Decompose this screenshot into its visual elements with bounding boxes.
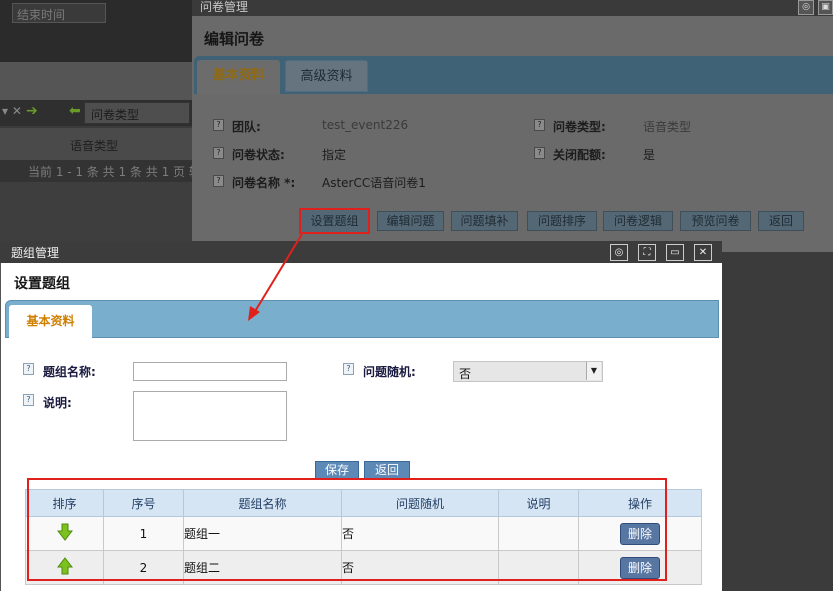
set-group-heading: 设置题组 — [14, 276, 70, 292]
help-icon[interactable]: ? — [23, 394, 34, 406]
survey-type-label: 问卷类型: — [553, 120, 606, 134]
back-button[interactable]: 返回 — [758, 211, 804, 231]
question-fill-button[interactable]: 问题填补 — [451, 211, 518, 231]
help-icon[interactable]: ? — [343, 363, 354, 375]
survey-type-value: 语音类型 — [643, 120, 692, 134]
help-icon[interactable]: ? — [213, 175, 224, 187]
team-value: test_event226 — [322, 118, 409, 132]
window-fullscreen-icon[interactable]: ⛶ — [638, 244, 656, 261]
arrow-right-icon[interactable]: ➔ — [26, 103, 38, 119]
end-time-input[interactable]: 结束时间 — [12, 3, 106, 23]
table-highlight-box — [27, 478, 667, 581]
help-icon[interactable]: ? — [534, 147, 545, 159]
group-name-input[interactable] — [133, 362, 287, 381]
group-window-title: 题组管理 — [11, 246, 60, 260]
survey-status-value: 指定 — [322, 148, 347, 162]
background-row-value: 语音类型 — [70, 139, 119, 153]
annotation-arrow-icon — [248, 233, 303, 321]
window-restore-icon[interactable]: ◎ — [610, 244, 628, 261]
toolbar-icons[interactable]: ▾ ✕ — [2, 104, 22, 118]
help-icon[interactable]: ? — [534, 119, 545, 131]
window-maximize-icon[interactable]: ▣ — [818, 0, 833, 15]
team-label: 团队: — [232, 120, 261, 134]
help-icon[interactable]: ? — [213, 119, 224, 131]
survey-type-filter-select[interactable]: 问卷类型 — [84, 102, 190, 124]
chevron-down-icon[interactable]: ▼ — [586, 362, 601, 380]
close-quota-label: 关闭配额: — [553, 148, 606, 162]
question-random-label: 问题随机: — [363, 365, 416, 379]
tab-advanced-info[interactable]: 高级资料 — [285, 60, 368, 92]
question-random-select[interactable]: 否 — [453, 361, 603, 382]
edit-survey-heading: 编辑问卷 — [204, 30, 265, 48]
window-maximize-icon[interactable]: ▭ — [666, 244, 684, 261]
survey-logic-button[interactable]: 问卷逻辑 — [603, 211, 673, 231]
survey-name-value: AsterCC语音问卷1 — [322, 176, 426, 190]
tab-basic-info[interactable]: 基本资料 — [9, 305, 92, 339]
edit-questions-button[interactable]: 编辑问题 — [377, 211, 444, 231]
survey-window-titlebar[interactable] — [192, 0, 833, 16]
question-sort-button[interactable]: 问题排序 — [527, 211, 597, 231]
arrow-left-icon[interactable]: ⬅ — [69, 103, 81, 119]
description-label: 说明: — [43, 396, 72, 410]
group-name-label: 题组名称: — [43, 365, 96, 379]
tab-basic-info[interactable]: 基本资料 — [197, 60, 280, 94]
survey-name-label: 问卷名称 *: — [232, 176, 296, 190]
survey-window-title: 问卷管理 — [200, 0, 249, 14]
description-textarea[interactable] — [133, 391, 287, 441]
group-tab-strip — [5, 300, 719, 338]
pager-text: 当前 1 - 1 条 共 1 条 共 1 页 转 — [0, 160, 192, 182]
close-icon[interactable]: ✕ — [694, 244, 712, 261]
help-icon[interactable]: ? — [213, 147, 224, 159]
background-panel — [0, 62, 192, 100]
help-icon[interactable]: ? — [23, 363, 34, 375]
background-lower-area — [0, 182, 192, 242]
survey-status-label: 问卷状态: — [232, 148, 285, 162]
preview-survey-button[interactable]: 预览问卷 — [680, 211, 751, 231]
window-restore-icon[interactable]: ◎ — [798, 0, 814, 15]
close-quota-value: 是 — [643, 148, 656, 162]
